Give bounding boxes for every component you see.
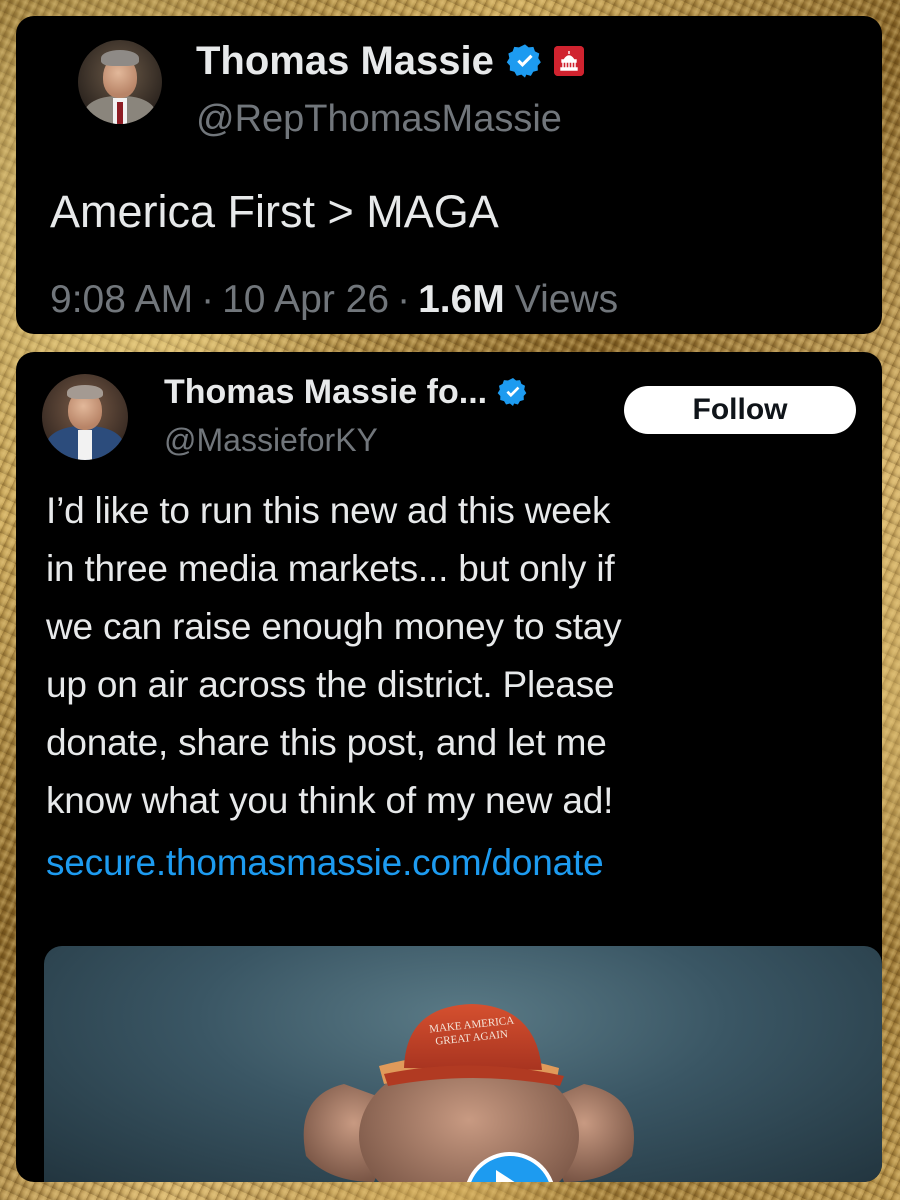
tweet-date[interactable]: 10 Apr 26 bbox=[222, 278, 389, 322]
author-name[interactable]: Thomas Massie bbox=[196, 39, 494, 84]
quoted-tweet-card[interactable]: Thomas Massie @RepThomasMassie America F… bbox=[16, 16, 882, 334]
avatar[interactable] bbox=[42, 374, 128, 460]
follow-button[interactable]: Follow bbox=[624, 386, 856, 434]
tweet-body-line: up on air across the district. Please bbox=[46, 664, 615, 705]
verified-badge-icon bbox=[497, 376, 529, 408]
tweet-body-line: in three media markets... but only if bbox=[46, 548, 615, 589]
avatar-hair bbox=[101, 50, 139, 66]
tweet-time[interactable]: 9:08 AM bbox=[50, 278, 193, 322]
avatar-hair bbox=[67, 385, 103, 399]
gop-capitol-icon bbox=[553, 46, 584, 76]
name-row: Thomas Massie bbox=[196, 36, 584, 86]
donate-link[interactable]: secure.thomasmassie.com/donate bbox=[46, 842, 604, 884]
views-label: Views bbox=[514, 278, 619, 321]
avatar-shirt bbox=[78, 430, 92, 460]
main-tweet-card[interactable]: Thomas Massie fo... @MassieforKY Follow … bbox=[16, 352, 882, 1182]
meta-separator: · bbox=[201, 278, 215, 321]
tweet-body-line: I’d like to run this new ad this week bbox=[46, 490, 611, 531]
author-handle[interactable]: @RepThomasMassie bbox=[196, 98, 562, 141]
tweet-body-line: we can raise enough money to stay bbox=[46, 606, 622, 647]
avatar[interactable] bbox=[78, 40, 162, 124]
views-count: 1.6M bbox=[418, 278, 505, 321]
verified-badge-icon bbox=[506, 42, 544, 80]
meta-separator: · bbox=[397, 278, 411, 321]
tweet-text: America First > MAGA bbox=[50, 186, 499, 237]
author-handle[interactable]: @MassieforKY bbox=[164, 422, 378, 459]
avatar-tie bbox=[117, 102, 123, 124]
video-media[interactable]: MAKE AMERICA GREAT AGAIN bbox=[44, 946, 882, 1182]
tweet-body-line: donate, share this post, and let me bbox=[46, 722, 607, 763]
tweet-body-line: know what you think of my new ad! bbox=[46, 780, 614, 821]
elephant-maga-hat-image: MAKE AMERICA GREAT AGAIN bbox=[303, 1004, 634, 1182]
name-row: Thomas Massie fo... bbox=[164, 370, 529, 414]
author-name[interactable]: Thomas Massie fo... bbox=[164, 373, 487, 412]
tweet-meta: 9:08 AM · 10 Apr 26 · 1.6M Views bbox=[50, 278, 618, 322]
